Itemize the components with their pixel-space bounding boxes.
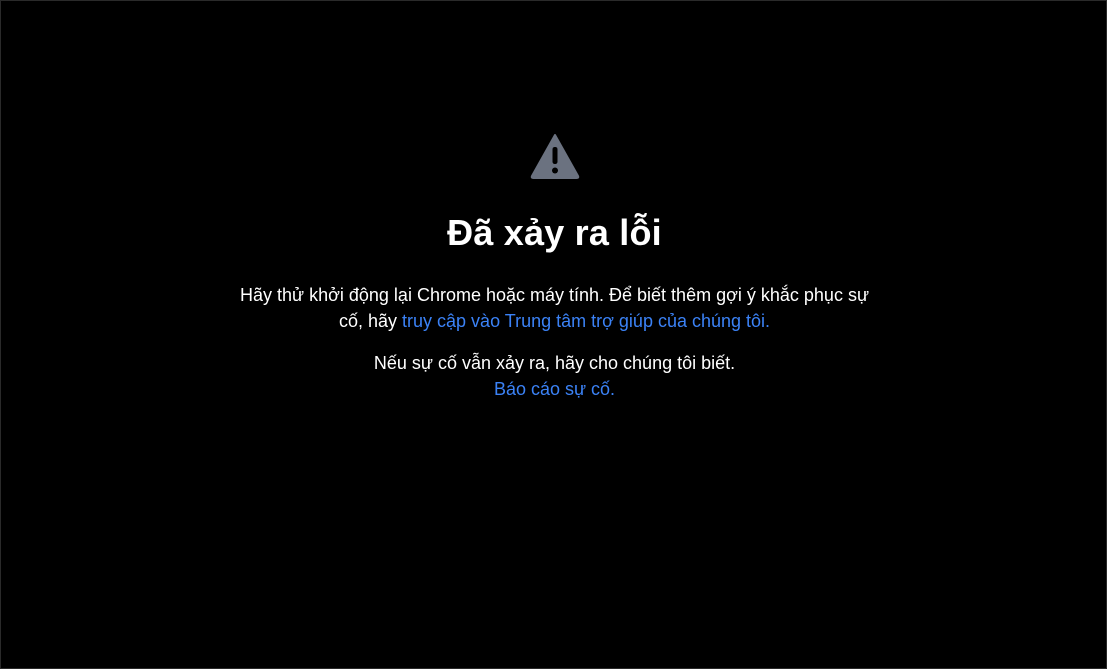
warning-icon	[530, 134, 579, 179]
persist-message: Nếu sự cố vẫn xảy ra, hãy cho chúng tôi …	[235, 350, 875, 402]
report-issue-link[interactable]: Báo cáo sự cố.	[494, 379, 615, 399]
error-content: Đã xảy ra lỗi Hãy thử khởi động lại Chro…	[1, 133, 1107, 402]
error-title: Đã xảy ra lỗi	[447, 212, 662, 253]
persist-text: Nếu sự cố vẫn xảy ra, hãy cho chúng tôi …	[373, 353, 736, 374]
error-message: Hãy thử khởi động lại Chrome hoặc máy tí…	[235, 282, 875, 334]
help-center-link[interactable]: truy cập vào Trung tâm trợ giúp của chún…	[402, 311, 770, 331]
error-page: Đã xảy ra lỗi Hãy thử khởi động lại Chro…	[0, 0, 1107, 669]
